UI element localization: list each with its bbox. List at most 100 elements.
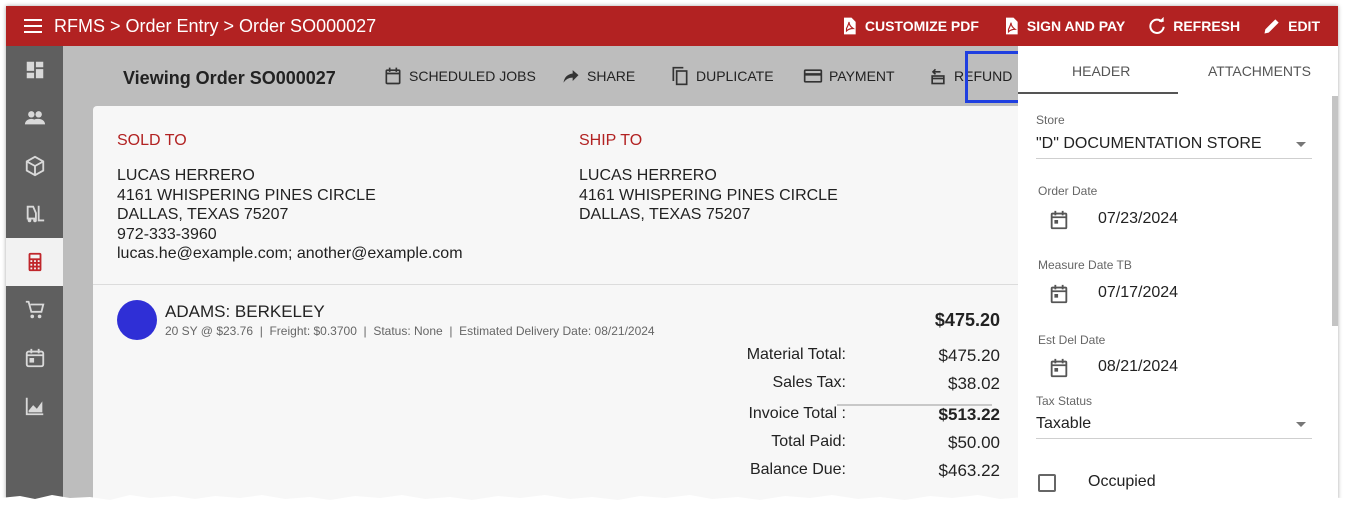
measure-date-label: Measure Date TB xyxy=(1038,258,1132,272)
material-total-value: $475.20 xyxy=(938,346,1000,365)
sign-and-pay-label: SIGN AND PAY xyxy=(1026,18,1126,34)
credit-card-icon xyxy=(803,69,823,83)
cart-icon xyxy=(25,300,44,319)
store-label: Store xyxy=(1036,113,1065,127)
app-header: RFMS > Order Entry > Order SO000027 CUST… xyxy=(6,6,1338,46)
sold-to-phone: 972-333-3960 xyxy=(117,225,217,243)
refresh-label: REFRESH xyxy=(1173,18,1241,34)
share-button[interactable]: SHARE xyxy=(561,66,635,86)
invoice-total-value: $513.22 xyxy=(938,405,1000,424)
side-nav xyxy=(6,46,63,504)
sold-to-street: 4161 WHISPERING PINES CIRCLE xyxy=(117,186,376,204)
measure-date-field[interactable]: 07/17/2024 xyxy=(1018,279,1318,309)
torn-edge xyxy=(0,495,1346,510)
calculator-icon xyxy=(28,252,41,272)
line-item-price: $475.20 xyxy=(934,310,1000,330)
measure-date-value: 07/17/2024 xyxy=(1098,284,1179,301)
tax-status-select[interactable]: Taxable xyxy=(1036,415,1091,433)
material-total-row: Material Total: $475.20 xyxy=(700,346,1000,370)
panel-scrollbar[interactable] xyxy=(1332,96,1338,326)
scheduled-jobs-button[interactable]: SCHEDULED JOBS xyxy=(383,66,536,86)
share-arrow-icon xyxy=(563,70,579,83)
line-item-detail: 20 SY @ $23.76 | Freight: $0.3700 | Stat… xyxy=(165,324,655,338)
sold-to-email: lucas.he@example.com; another@example.co… xyxy=(117,245,463,262)
tab-header[interactable]: HEADER xyxy=(1072,63,1130,79)
sold-to-address: LUCAS HERRERO 4161 WHISPERING PINES CIRC… xyxy=(117,166,463,264)
refresh-button[interactable]: REFRESH xyxy=(1147,16,1240,36)
chart-icon xyxy=(25,397,43,416)
sold-to-name: LUCAS HERRERO xyxy=(117,167,255,184)
calendar-icon xyxy=(385,67,401,85)
payment-button[interactable]: PAYMENT xyxy=(803,66,895,86)
customize-pdf-button[interactable]: CUSTOMIZE PDF xyxy=(839,16,979,36)
panel-tabs: HEADER ATTACHMENTS xyxy=(1018,46,1338,96)
nav-products[interactable] xyxy=(6,142,63,190)
calendar-icon xyxy=(25,348,44,368)
sales-tax-value: $38.02 xyxy=(948,374,1000,393)
store-select[interactable]: "D" DOCUMENTATION STORE xyxy=(1036,135,1262,153)
share-label: SHARE xyxy=(587,68,636,84)
customize-pdf-label: CUSTOMIZE PDF xyxy=(864,18,979,34)
line-item-avatar xyxy=(117,300,157,340)
sales-tax-label: Sales Tax: xyxy=(772,374,846,391)
order-toolbar: Viewing Order SO000027 SCHEDULED JOBS SH… xyxy=(63,46,1070,106)
sign-and-pay-button[interactable]: SIGN AND PAY xyxy=(1001,16,1125,36)
ship-to-city: DALLAS, TEXAS 75207 xyxy=(579,206,751,223)
edit-button[interactable]: EDIT xyxy=(1262,16,1320,36)
people-icon xyxy=(24,111,45,125)
scheduled-jobs-label: SCHEDULED JOBS xyxy=(409,68,536,84)
edit-label: EDIT xyxy=(1288,18,1320,34)
invoice-total-row: Invoice Total : $513.22 xyxy=(700,405,1000,429)
nav-warehouse[interactable] xyxy=(6,190,63,238)
tab-attachments[interactable]: ATTACHMENTS xyxy=(1208,63,1311,79)
chevron-down-icon[interactable] xyxy=(1296,422,1306,427)
pencil-icon xyxy=(1264,19,1279,34)
est-del-date-label: Est Del Date xyxy=(1038,333,1106,347)
pdf-icon xyxy=(843,17,856,35)
ship-to-heading: SHIP TO xyxy=(579,132,643,149)
order-date-field[interactable]: 07/23/2024 xyxy=(1018,205,1318,235)
header-actions: CUSTOMIZE PDF SIGN AND PAY REFRESH EDIT xyxy=(839,6,1320,46)
nav-purchasing[interactable] xyxy=(6,286,63,334)
payment-label: PAYMENT xyxy=(829,68,895,84)
chevron-down-icon[interactable] xyxy=(1296,142,1306,147)
refund-icon xyxy=(931,68,945,85)
nav-order-entry[interactable] xyxy=(6,238,63,286)
calendar-icon[interactable] xyxy=(1048,209,1070,231)
package-icon xyxy=(25,155,44,177)
copy-icon xyxy=(672,66,688,86)
pdf-sign-icon xyxy=(1005,17,1018,35)
forklift-icon xyxy=(26,205,44,223)
material-total-label: Material Total: xyxy=(746,346,846,363)
nav-reports[interactable] xyxy=(6,382,63,430)
menu-icon[interactable] xyxy=(24,19,44,33)
line-item-name[interactable]: ADAMS: BERKELEY xyxy=(165,302,325,322)
tax-status-label: Tax Status xyxy=(1036,394,1093,408)
balance-due-label: Balance Due: xyxy=(749,461,846,478)
occupied-label: Occupied xyxy=(1088,473,1156,490)
order-date-label: Order Date xyxy=(1038,184,1098,198)
order-date-value: 07/23/2024 xyxy=(1098,210,1179,227)
nav-customers[interactable] xyxy=(6,94,63,142)
ship-to-street: 4161 WHISPERING PINES CIRCLE xyxy=(579,186,838,204)
duplicate-button[interactable]: DUPLICATE xyxy=(670,66,774,86)
tax-status-underline xyxy=(1036,438,1312,439)
duplicate-label: DUPLICATE xyxy=(696,68,774,84)
est-del-date-field[interactable]: 08/21/2024 xyxy=(1018,353,1318,383)
nav-dashboard[interactable] xyxy=(6,46,63,94)
dashboard-icon xyxy=(26,61,43,79)
invoice-total-label: Invoice Total : xyxy=(748,405,846,422)
est-del-date-value: 08/21/2024 xyxy=(1098,358,1179,375)
active-tab-indicator xyxy=(1018,92,1178,94)
app-window: RFMS > Order Entry > Order SO000027 CUST… xyxy=(6,6,1338,504)
calendar-icon[interactable] xyxy=(1048,357,1070,379)
occupied-checkbox[interactable] xyxy=(1038,474,1056,492)
balance-due-row: Balance Due: $463.22 xyxy=(700,461,1000,485)
calendar-icon[interactable] xyxy=(1048,283,1070,305)
section-divider xyxy=(93,284,1023,285)
balance-due-value: $463.22 xyxy=(938,461,1000,480)
nav-schedule[interactable] xyxy=(6,334,63,382)
sales-tax-row: Sales Tax: $38.02 xyxy=(700,374,1000,398)
total-paid-label: Total Paid: xyxy=(771,433,846,450)
ship-to-name: LUCAS HERRERO xyxy=(579,167,717,184)
